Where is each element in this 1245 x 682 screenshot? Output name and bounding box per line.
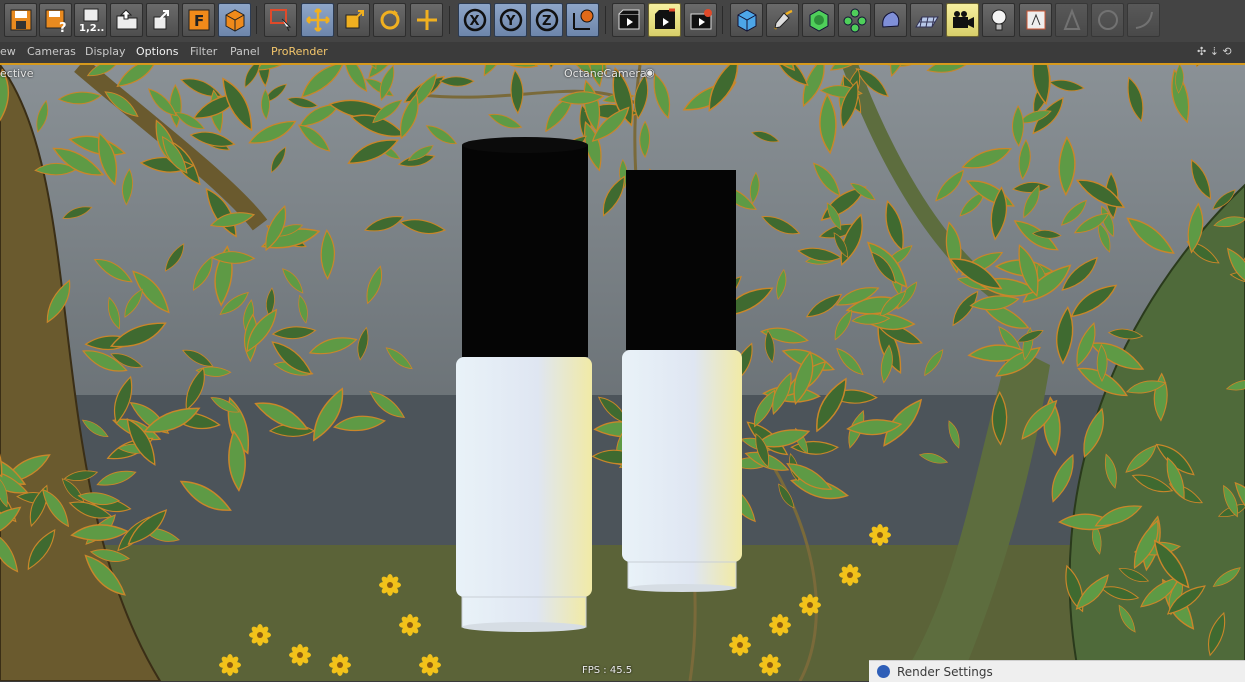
menu-options[interactable]: Options [136, 45, 178, 58]
render-settings-label: Render Settings [897, 665, 993, 679]
save-incremental-icon[interactable]: 1,2... [74, 3, 107, 37]
cloner-icon[interactable] [838, 3, 871, 37]
scale-tool-icon[interactable] [337, 3, 370, 37]
viewport-nav-controls[interactable]: ✣ ⇣ ⟲ [1197, 45, 1232, 58]
menu-prorender[interactable]: ProRender [271, 45, 328, 58]
cube-primitive-icon[interactable] [730, 3, 763, 37]
render-view-icon[interactable] [612, 3, 645, 37]
coordinate-system-icon[interactable] [566, 3, 599, 37]
scene-tag-icon[interactable] [1019, 3, 1052, 37]
svg-text:?: ? [59, 21, 67, 33]
render-picture-viewer-icon[interactable] [648, 3, 681, 37]
menu-display[interactable]: Display [85, 45, 126, 58]
cylinder-left[interactable] [456, 137, 592, 632]
svg-text:Y: Y [505, 14, 516, 29]
render-settings-icon[interactable] [684, 3, 717, 37]
z-axis-lock-icon[interactable]: Z [530, 3, 563, 37]
camera-glyph-icon: ◉ [645, 66, 655, 79]
viewport-menubar: ew Cameras Display Options Filter Panel … [0, 42, 1245, 65]
render-settings-app-icon [877, 665, 890, 678]
main-toolbar: ? 1,2... F X Y Z [0, 0, 1245, 43]
save-icon[interactable] [4, 3, 37, 37]
disabled-tool-3-icon [1127, 3, 1160, 37]
svg-text:X: X [469, 14, 479, 29]
svg-text:1,2...: 1,2... [79, 23, 104, 33]
move-tool-icon[interactable] [301, 3, 334, 37]
menu-view[interactable]: ew [0, 45, 16, 58]
scene-render [0, 65, 1245, 681]
light-bulb-icon[interactable] [982, 3, 1015, 37]
cube-orange-icon[interactable] [218, 3, 251, 37]
rotate-tool-icon[interactable] [373, 3, 406, 37]
deformer-icon[interactable] [874, 3, 907, 37]
menu-panel[interactable]: Panel [230, 45, 260, 58]
fps-readout: FPS : 45.5 [582, 665, 633, 676]
viewport-mode-label: ective [0, 67, 34, 80]
y-axis-lock-icon[interactable]: Y [494, 3, 527, 37]
svg-text:Z: Z [542, 14, 551, 29]
subdivision-icon[interactable] [802, 3, 835, 37]
pen-spline-icon[interactable] [766, 3, 799, 37]
render-settings-tab[interactable]: Render Settings [869, 660, 1245, 682]
open-folder-icon[interactable] [110, 3, 143, 37]
menu-filter[interactable]: Filter [190, 45, 217, 58]
disabled-tool-2-icon [1091, 3, 1124, 37]
transform-tool-icon[interactable] [410, 3, 443, 37]
export-icon[interactable] [146, 3, 179, 37]
cylinder-right[interactable] [622, 170, 742, 592]
active-camera-label: OctaneCamera [564, 67, 647, 80]
floor-icon[interactable] [910, 3, 943, 37]
3d-viewport[interactable]: ective OctaneCamera ◉ FPS : 45.5 [0, 65, 1245, 681]
f-plugin-icon[interactable]: F [182, 3, 215, 37]
disabled-tool-1-icon [1055, 3, 1088, 37]
selection-tool-icon[interactable] [264, 3, 297, 37]
camera-icon[interactable] [946, 3, 979, 37]
menu-cameras[interactable]: Cameras [27, 45, 76, 58]
save-as-icon[interactable]: ? [39, 3, 72, 37]
x-axis-lock-icon[interactable]: X [458, 3, 491, 37]
svg-text:F: F [194, 12, 204, 30]
